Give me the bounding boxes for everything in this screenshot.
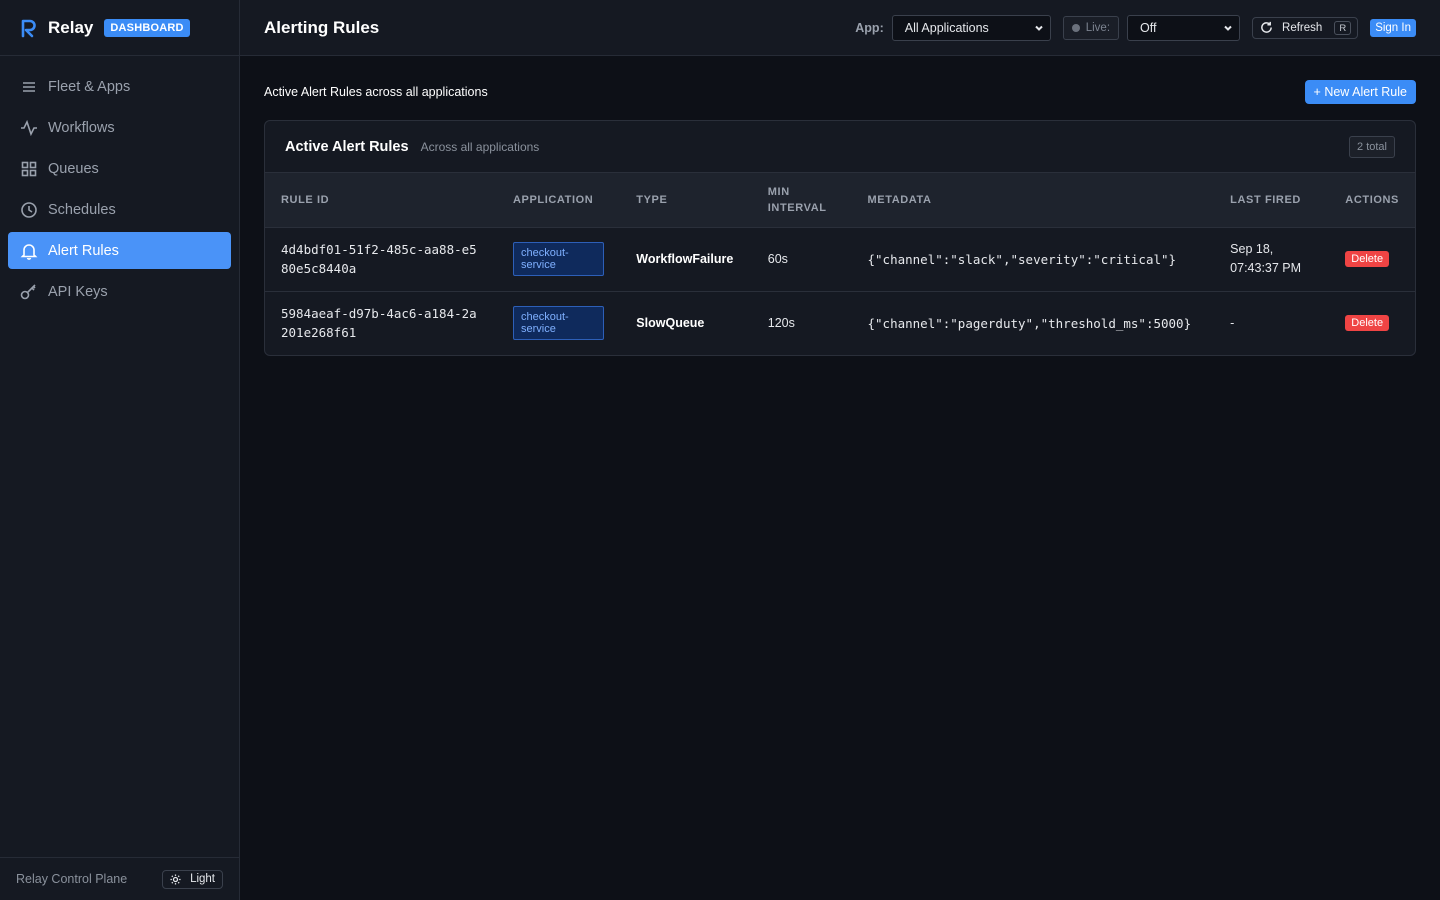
- column-header-application: APPLICATION: [513, 193, 594, 206]
- last-fired-cell: Sep 18, 07:43:37 PM: [1214, 227, 1329, 291]
- clock-icon: [20, 201, 38, 219]
- key-icon: [20, 283, 38, 301]
- sidebar-item-label: Workflows: [48, 119, 115, 136]
- alert-rules-card: Active Alert Rules Across all applicatio…: [264, 120, 1416, 356]
- type-cell: WorkflowFailure: [636, 252, 734, 266]
- min-interval-header-text: MIN INTERVAL: [767, 185, 827, 214]
- application-cell: checkout-service: [497, 291, 620, 355]
- min-interval-cell: 60s: [767, 252, 788, 266]
- column-header-last-fired: LAST FIRED: [1230, 193, 1301, 206]
- rule-id-cell: 4d4bdf01-51f2-485c-aa88-e580e5c8440a: [265, 227, 497, 291]
- refresh-label: Refresh: [1282, 21, 1323, 34]
- activity-icon: [20, 119, 38, 137]
- refresh-icon: [1261, 21, 1272, 33]
- column-header-metadata: METADATA: [867, 193, 932, 206]
- sidebar-item-fleet-apps[interactable]: Fleet & Apps: [8, 68, 231, 105]
- column-header-actions: ACTIONS: [1345, 193, 1399, 206]
- table-row: 4d4bdf01-51f2-485c-aa88-e580e5c8440a che…: [265, 227, 1415, 291]
- sidebar: Relay DASHBOARD Fleet & Apps Workflows Q…: [0, 0, 240, 900]
- application-tag[interactable]: checkout-service: [513, 242, 605, 276]
- page-title: Alerting Rules: [264, 17, 380, 37]
- brand-name: Relay: [48, 17, 94, 37]
- last-fired-cell: -: [1230, 316, 1235, 331]
- sidebar-item-label: Fleet & Apps: [48, 78, 131, 95]
- column-header-type: TYPE: [636, 193, 668, 206]
- main-subtitle: Active Alert Rules across all applicatio…: [264, 85, 488, 99]
- app-select[interactable]: All Applications: [891, 14, 1051, 41]
- sidebar-item-schedules[interactable]: Schedules: [8, 191, 231, 228]
- sun-icon: [170, 873, 181, 885]
- sidebar-item-label: Queues: [48, 160, 99, 177]
- min-interval-cell: 120s: [767, 316, 795, 331]
- metadata-cell: {"channel":"pagerduty","threshold_ms":50…: [867, 315, 1192, 331]
- sidebar-item-api-keys[interactable]: API Keys: [8, 273, 231, 310]
- live-refresh-select[interactable]: Off: [1127, 14, 1241, 41]
- main-content: Active Alert Rules across all applicatio…: [240, 56, 1440, 900]
- rule-id-cell: 5984aeaf-d97b-4ac6-a184-2a201e268f61: [265, 291, 497, 355]
- theme-toggle-label: Light: [190, 873, 215, 885]
- sidebar-item-queues[interactable]: Queues: [8, 150, 231, 187]
- sidebar-footer: Relay Control Plane Light: [0, 857, 239, 900]
- brand[interactable]: Relay DASHBOARD: [0, 0, 239, 56]
- topbar-controls: App: All Applications Live: Off Refresh …: [855, 14, 1416, 41]
- card-subtitle: Across all applications: [420, 139, 540, 154]
- sidebar-item-alert-rules[interactable]: Alert Rules: [8, 232, 231, 269]
- topbar: Alerting Rules App: All Applications Liv…: [240, 0, 1440, 56]
- app-select-value: All Applications: [904, 20, 989, 35]
- sign-in-button[interactable]: Sign In: [1370, 18, 1416, 37]
- theme-toggle-button[interactable]: Light: [162, 869, 223, 889]
- table-header-row: RULE ID APPLICATION TYPE MIN INTERVAL ME…: [265, 173, 1415, 227]
- live-status-dot: [1071, 23, 1080, 32]
- refresh-button[interactable]: Refresh R: [1252, 16, 1359, 39]
- column-header-min-interval: MIN INTERVAL: [752, 173, 852, 227]
- actions-cell: Delete: [1329, 291, 1415, 355]
- last-fired-value: Sep 18, 07:43:37 PM: [1230, 242, 1302, 275]
- main-header: Active Alert Rules across all applicatio…: [264, 80, 1416, 104]
- sidebar-nav: Fleet & Apps Workflows Queues Schedules …: [0, 56, 239, 326]
- brand-badge: DASHBOARD: [104, 18, 190, 37]
- type-cell: SlowQueue: [636, 316, 705, 331]
- refresh-shortcut: R: [1334, 20, 1352, 35]
- footer-label: Relay Control Plane: [16, 872, 128, 886]
- menu-icon: [20, 78, 38, 96]
- card-header: Active Alert Rules Across all applicatio…: [265, 121, 1415, 173]
- sidebar-item-workflows[interactable]: Workflows: [8, 109, 231, 146]
- live-label: Live:: [1085, 21, 1111, 34]
- application-cell: checkout-service: [497, 227, 620, 291]
- sidebar-item-label: Schedules: [48, 201, 116, 218]
- sidebar-item-label: API Keys: [48, 283, 108, 300]
- live-select-value: Off: [1140, 20, 1157, 35]
- sidebar-item-label: Alert Rules: [48, 242, 119, 259]
- card-title: Active Alert Rules: [285, 138, 409, 155]
- chevron-down-icon: [1224, 25, 1232, 31]
- metadata-cell: {"channel":"slack","severity":"critical"…: [867, 251, 1177, 267]
- app-filter-label: App:: [855, 20, 884, 35]
- chevron-down-icon: [1035, 25, 1043, 31]
- bell-icon: [20, 242, 38, 260]
- rule-id: 4d4bdf01-51f2-485c-aa88-e580e5c8440a: [281, 242, 477, 276]
- grid-icon: [20, 160, 38, 178]
- rule-id: 5984aeaf-d97b-4ac6-a184-2a201e268f61: [281, 306, 477, 341]
- table-row: 5984aeaf-d97b-4ac6-a184-2a201e268f61 che…: [265, 291, 1415, 355]
- total-count-badge: 2 total: [1349, 135, 1395, 158]
- delete-button[interactable]: Delete: [1345, 251, 1390, 267]
- new-alert-rule-button[interactable]: + New Alert Rule: [1304, 80, 1416, 104]
- relay-logo-icon: [20, 17, 38, 39]
- application-tag[interactable]: checkout-service: [513, 306, 605, 341]
- column-header-rule-id: RULE ID: [281, 193, 330, 206]
- alert-rules-table: RULE ID APPLICATION TYPE MIN INTERVAL ME…: [265, 173, 1415, 355]
- actions-cell: Delete: [1329, 227, 1415, 291]
- delete-button[interactable]: Delete: [1345, 315, 1390, 332]
- live-indicator: Live:: [1062, 15, 1120, 40]
